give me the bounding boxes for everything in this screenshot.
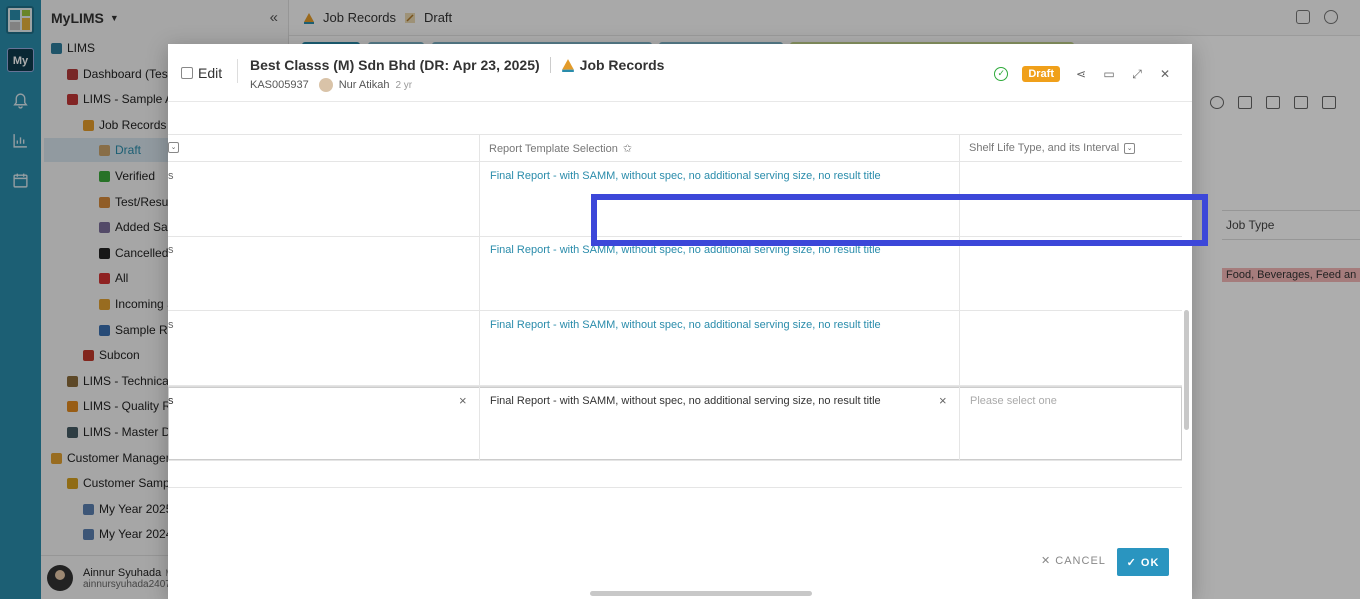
cancel-button[interactable]: ✕ CANCEL [1041, 554, 1106, 567]
column-filter-icon[interactable]: ⌄ [1124, 142, 1136, 154]
divider [237, 59, 238, 83]
column-label: Report Template Selection [489, 142, 618, 155]
row-left-value: s [168, 319, 174, 331]
edit-label: Edit [198, 65, 223, 81]
table-row[interactable]: s Final Report - with SAMM, without spec,… [168, 236, 1182, 311]
column-filter-icon[interactable]: ⌄ [168, 142, 179, 153]
module-name: Job Records [579, 57, 665, 73]
module-link[interactable]: Job Records [561, 57, 665, 73]
grid-header: ⌄ Report Template Selection ✩ Shelf Life… [168, 134, 1182, 162]
ok-button[interactable]: ✓ OK [1117, 548, 1169, 576]
table-row[interactable]: s Final Report - with SAMM, without spec,… [168, 311, 1182, 386]
dialog-header: Edit Best Classs (M) Sdn Bhd (DR: Apr 23… [168, 44, 1192, 102]
footer-divider [168, 487, 1182, 488]
template-select[interactable]: Final Report - with SAMM, without spec, … [490, 395, 881, 407]
close-icon[interactable]: ✕ [1158, 67, 1172, 81]
highlight-box [591, 194, 1208, 246]
edit-icon [181, 67, 193, 79]
template-link[interactable]: Final Report - with SAMM, without spec, … [490, 170, 881, 182]
status-badge[interactable]: Draft [1022, 66, 1060, 82]
divider [549, 57, 551, 73]
row-left-value: s [168, 395, 174, 407]
owner-name: Nur Atikah [338, 79, 390, 91]
owner-avatar [318, 78, 333, 92]
puzzle-icon: ✩ [622, 143, 633, 155]
clear-icon[interactable]: × [459, 393, 467, 408]
horizontal-scrollbar[interactable] [590, 591, 812, 596]
edit-mode: Edit [181, 65, 222, 81]
comment-icon[interactable]: ▭ [1102, 67, 1116, 81]
row-left-value: s [168, 244, 174, 256]
expand-icon[interactable]: ⤢ [1130, 67, 1144, 81]
record-meta: KAS005937 Nur Atikah 2 yr [250, 78, 412, 92]
column-report-template[interactable]: Report Template Selection ✩ [489, 142, 633, 156]
edit-dialog: Edit Best Classs (M) Sdn Bhd (DR: Apr 23… [168, 44, 1192, 599]
template-link[interactable]: Final Report - with SAMM, without spec, … [490, 319, 881, 331]
row-left-value: s [168, 170, 174, 182]
dialog-actions: ✓ Draft ⋖ ▭ ⤢ ✕ [994, 66, 1172, 82]
record-id: KAS005937 [250, 79, 309, 91]
clear-icon[interactable]: × [939, 393, 947, 408]
record-age: 2 yr [395, 79, 413, 91]
check-circle-icon: ✓ [994, 67, 1009, 81]
editing-row: s × Final Report - with SAMM, without sp… [168, 386, 1182, 461]
column-label: Shelf Life Type, and its Interval [969, 142, 1120, 154]
share-icon[interactable]: ⋖ [1074, 67, 1088, 81]
record-title: Best Classs (M) Sdn Bhd (DR: Apr 23, 202… [250, 57, 540, 73]
shelf-life-select[interactable]: Please select one [970, 395, 1057, 407]
vertical-scrollbar[interactable] [1183, 104, 1190, 594]
dialog-title: Best Classs (M) Sdn Bhd (DR: Apr 23, 202… [250, 57, 664, 73]
job-records-icon [561, 59, 574, 72]
column-shelf-life[interactable]: Shelf Life Type, and its Interval ⌄ [969, 142, 1136, 154]
